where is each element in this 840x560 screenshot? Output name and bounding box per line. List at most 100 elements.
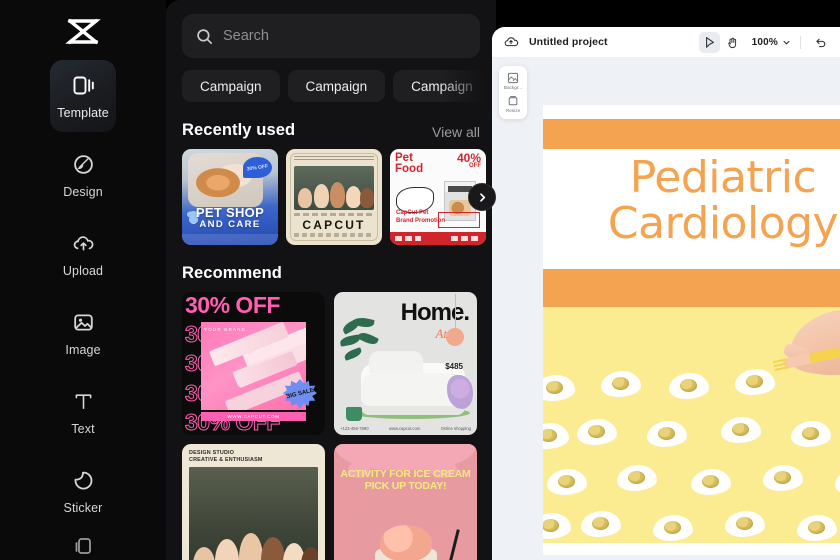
section-title-recently-used: Recently used	[182, 121, 296, 139]
chevron-down-icon	[783, 40, 790, 44]
template-card-design-studio[interactable]: DESIGN STUDIO CREATIVE & ENTHUSIASM	[182, 444, 325, 560]
thumb-headline: Home.	[400, 299, 470, 326]
undo-icon	[816, 38, 826, 47]
thumb-title-line1: PET SHOP	[195, 205, 265, 221]
thumb-flower	[447, 375, 473, 409]
recently-used-row: PET SHOP AND CARE	[182, 149, 496, 245]
template-card-capcut[interactable]: CAPCUT	[286, 149, 382, 245]
canvas-float-toolbar: Backgr... Resize	[499, 66, 527, 119]
thumb-title: PET SHOP AND CARE	[182, 206, 278, 230]
footer-note: Online shopping	[440, 426, 471, 431]
chip-campaign-3[interactable]: Campaign	[393, 70, 491, 102]
sticker-icon	[70, 468, 96, 494]
partial-icon	[70, 534, 96, 560]
filter-chip-row: Campaign Campaign Campaign	[182, 70, 491, 102]
sidebar-item-label: Sticker	[63, 500, 103, 515]
sidebar-item-image[interactable]: Image	[50, 297, 116, 369]
left-nav-rail: Template Design Upload Image Text Sticke…	[0, 0, 166, 560]
template-panel: Campaign Campaign Campaign Recently used…	[166, 0, 496, 560]
thumb-tag: YOUR BRAND	[204, 327, 247, 332]
capcut-logo-icon[interactable]	[61, 16, 105, 48]
template-card-home[interactable]: Home. At $485 +123-456-7890 www.capcut.c…	[334, 292, 477, 435]
app-root: Template Design Upload Image Text Sticke…	[0, 0, 840, 560]
background-label: Backgr...	[503, 85, 523, 90]
sidebar-item-label: Image	[65, 342, 101, 357]
thumb-subtext	[294, 213, 374, 216]
brand-name: CapCut Pet	[396, 210, 429, 216]
template-icon	[70, 73, 96, 99]
thumb-drip-shape	[334, 444, 477, 478]
hand-photo	[785, 307, 840, 382]
resize-button[interactable]: Resize	[500, 94, 526, 113]
background-button[interactable]: Backgr...	[500, 71, 526, 90]
thumb-line-2: Food	[395, 163, 424, 176]
cloud-save-icon	[503, 34, 519, 50]
sidebar-item-partial[interactable]	[50, 534, 116, 560]
sidebar-item-design[interactable]: Design	[50, 139, 116, 211]
thumb-pot	[346, 407, 362, 421]
canvas-egg-pattern	[543, 307, 840, 543]
sidebar-item-text[interactable]: Text	[50, 376, 116, 448]
recently-used-header: Recently used View all	[182, 121, 480, 140]
thumb-price: $485	[445, 362, 463, 371]
project-title[interactable]: Untitled project	[529, 36, 608, 48]
template-card-ice-cream[interactable]: ACTIVITY FOR ICE CREAM PICK UP TODAY!	[334, 444, 477, 560]
section-title-recommend: Recommend	[182, 264, 282, 282]
undo-button[interactable]	[810, 32, 831, 53]
cursor-icon	[705, 36, 714, 48]
zoom-control[interactable]: 100%	[752, 37, 791, 48]
chip-campaign-2[interactable]: Campaign	[287, 70, 386, 102]
brand-sub: Brand Promotion	[396, 217, 445, 224]
zoom-level-value: 100%	[751, 36, 778, 48]
sidebar-item-label: Text	[71, 421, 95, 436]
hand-pan-button[interactable]	[722, 32, 743, 53]
footer-phone: +123-456-7890	[340, 426, 369, 431]
image-icon	[70, 310, 96, 336]
canvas-title-line-1: Pediatric	[629, 152, 817, 203]
template-card-pet-shop[interactable]: PET SHOP AND CARE	[182, 149, 278, 245]
search-icon	[196, 28, 213, 45]
text-t-icon	[70, 389, 96, 415]
thumb-lamp	[446, 294, 464, 346]
thumb-photo	[294, 166, 374, 210]
recommend-header: Recommend	[182, 264, 480, 283]
canvas-top-bar	[543, 119, 840, 149]
chip-campaign-1[interactable]: Campaign	[182, 70, 280, 102]
thumb-headline: DESIGN STUDIO CREATIVE & ENTHUSIASM	[189, 450, 263, 464]
background-icon	[507, 71, 520, 84]
thumb-url: WWW.CAPCUT.COM	[201, 412, 306, 421]
hand-icon	[727, 37, 736, 48]
thumb-brand: CapCut Pet Brand Promotion	[396, 210, 445, 225]
search-bar[interactable]	[182, 14, 480, 58]
thumb-headline: ACTIVITY FOR ICE CREAM PICK UP TODAY!	[334, 468, 477, 493]
toolbar-divider	[800, 35, 801, 49]
sidebar-item-sticker[interactable]: Sticker	[50, 455, 116, 527]
thumb-photo	[189, 467, 318, 560]
view-all-link[interactable]: View all	[432, 124, 480, 140]
sidebar-item-upload[interactable]: Upload	[50, 218, 116, 290]
select-cursor-button[interactable]	[698, 31, 720, 53]
canvas-title-text[interactable]: Pediatric Cardiology	[543, 155, 840, 247]
thumb-headline: 30% OFF	[185, 292, 280, 318]
carousel-next-button[interactable]	[468, 183, 496, 211]
editor-header: Untitled project 100%	[492, 27, 840, 58]
resize-icon	[507, 94, 520, 107]
canvas-bottom-bar	[543, 269, 840, 307]
thumb-discount: 40% OFF	[457, 152, 481, 170]
headline-line-2: PICK UP TODAY!	[364, 479, 447, 492]
sidebar-item-label: Upload	[62, 263, 104, 278]
thumb-footer: +123-456-7890 www.capcut.com Online shop…	[340, 426, 471, 431]
thumb-footer	[182, 234, 278, 245]
template-card-30-off[interactable]: 30% OFF 30% OFF 30% OFF 30% OFF 30% OFF …	[182, 292, 325, 435]
thumb-footer	[390, 232, 486, 245]
thumb-straw	[447, 529, 460, 560]
thumb-line-1: Pet	[395, 152, 413, 164]
footer-site: www.capcut.com	[388, 426, 421, 431]
sidebar-item-template[interactable]: Template	[50, 60, 116, 132]
thumb-scoop	[379, 525, 432, 560]
design-brush-icon	[70, 152, 96, 178]
recommend-grid: 30% OFF 30% OFF 30% OFF 30% OFF 30% OFF …	[182, 292, 480, 560]
search-input[interactable]	[223, 14, 466, 58]
design-canvas[interactable]: Pediatric Cardiology	[543, 105, 840, 555]
thumb-top-text	[294, 156, 374, 161]
